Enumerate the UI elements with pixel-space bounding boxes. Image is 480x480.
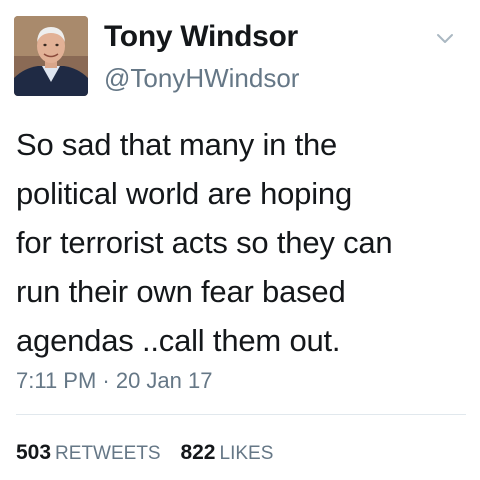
retweets-stat[interactable]: 503 RETWEETS (16, 441, 161, 465)
divider (16, 414, 466, 415)
likes-stat[interactable]: 822 LIKES (180, 441, 273, 465)
profile-photo-icon (14, 16, 88, 96)
author-handle[interactable]: @TonyHWindsor (104, 63, 299, 94)
tweet-text-line: agendas ..call them out. (16, 323, 341, 358)
likes-count: 822 (180, 441, 216, 464)
tweet-card: Tony Windsor @TonyHWindsor So sad that m… (0, 0, 480, 480)
tweet-stats: 503 RETWEETS 822 LIKES (16, 441, 287, 465)
tweet-text: So sad that many in the political world … (16, 120, 468, 365)
chevron-down-icon[interactable] (434, 30, 456, 46)
tweet-timestamp[interactable]: 7:11 PM · 20 Jan 17 (16, 368, 213, 394)
likes-label: LIKES (219, 443, 274, 464)
retweets-count: 503 (16, 441, 52, 464)
tweet-text-line: for terrorist acts so they can (16, 225, 393, 260)
retweets-label: RETWEETS (55, 443, 161, 464)
tweet-text-line: run their own fear based (16, 274, 346, 309)
author-name[interactable]: Tony Windsor (104, 20, 298, 54)
avatar[interactable] (14, 16, 88, 96)
tweet-text-line: So sad that many in the (16, 127, 338, 162)
tweet-text-line: political world are hoping (16, 176, 352, 211)
